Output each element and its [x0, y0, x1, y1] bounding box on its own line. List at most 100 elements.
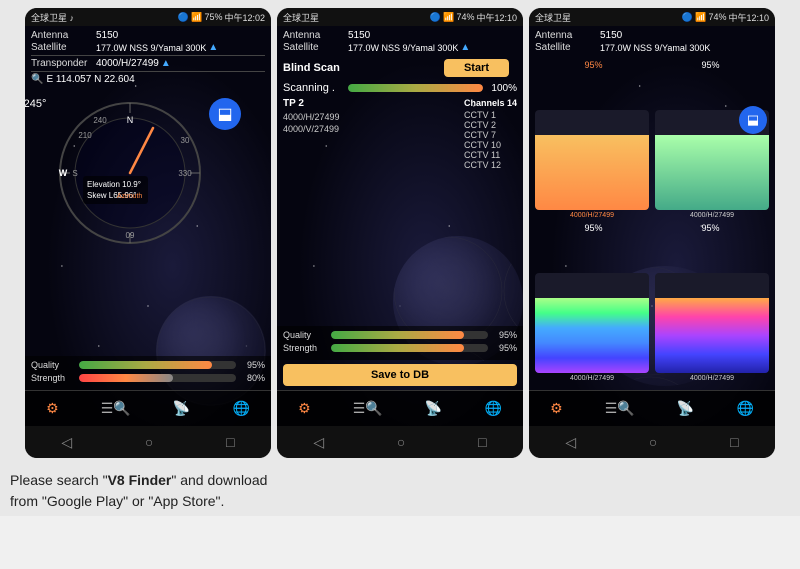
bar-visual-4 — [655, 273, 769, 373]
nav-bar-1: ◁ ○ □ — [25, 426, 271, 458]
channels-right: Channels 14 CCTV 1 CCTV 2 CCTV 7 CCTV 10… — [464, 98, 517, 170]
bluetooth-btn-1[interactable]: ⬓ — [209, 98, 241, 130]
back-icon-3[interactable]: ◁ — [565, 434, 576, 451]
status-bar-2: 全球卫星 🔵 📶 74% 中午12:10 — [277, 8, 523, 26]
status-right-1: 🔵 📶 75% 中午12:02 — [178, 11, 265, 24]
satellite-value-3: 177.0W NSS 9/Yamal 300K — [600, 43, 710, 53]
transponder-arrow-1: ▲ — [161, 58, 171, 69]
status-right-2: 🔵 📶 74% 中午12:10 — [430, 11, 517, 24]
antenna-value-2: 5150 — [348, 30, 370, 41]
pct-label-bl: 95% — [535, 223, 652, 233]
menu-icon-2[interactable]: ☰🔍 — [353, 400, 383, 417]
quality-bar-row-2: Quality 95% — [283, 330, 517, 340]
satellite-icon-2[interactable]: 📡 — [425, 400, 442, 417]
quality-fill-2 — [331, 331, 464, 339]
scanning-track — [348, 84, 483, 92]
strength-fill-2 — [331, 344, 464, 352]
globe-icon-2[interactable]: 🌐 — [484, 400, 501, 417]
tp-left: TP 2 4000/H/27499 4000/V/27499 — [283, 98, 340, 170]
quality-track-1 — [79, 361, 236, 369]
menu-icon-1[interactable]: ☰🔍 — [101, 400, 131, 417]
location-icon-1: 🔍 — [31, 74, 43, 85]
tool-bar-1: ⚙ ☰🔍 📡 🌐 — [25, 390, 271, 426]
svg-text:330: 330 — [178, 169, 192, 178]
status-left-3: 全球卫星 — [535, 11, 571, 24]
svg-text:N: N — [127, 115, 134, 125]
status-bar-1: 全球卫星 ♪ 🔵 📶 75% 中午12:02 — [25, 8, 271, 26]
transponder-label-1: Transponder — [31, 58, 96, 69]
back-icon-2[interactable]: ◁ — [313, 434, 324, 451]
blind-scan-row: Blind Scan Start — [277, 56, 523, 80]
home-icon-1[interactable]: ○ — [145, 434, 153, 450]
scanning-fill — [348, 84, 483, 92]
compass-area-1: 245° — [25, 88, 271, 258]
strength-label-1: Strength — [31, 373, 79, 383]
strength-pct-2: 95% — [492, 343, 517, 353]
strength-bar-row-1: Strength 80% — [31, 373, 265, 383]
bottom-line1: Please search " — [10, 472, 108, 488]
quality-pct-2: 95% — [492, 330, 517, 340]
phone-3: 全球卫星 🔵 📶 74% 中午12:10 Antenna 5150 Satell… — [529, 8, 775, 458]
tp-4000v: 4000/V/27499 — [283, 124, 340, 134]
svg-text:240: 240 — [93, 116, 107, 125]
svg-text:210: 210 — [78, 131, 92, 140]
tool-bar-3: ⚙ ☰🔍 📡 🌐 — [529, 390, 775, 426]
location-row-1: 🔍 E 114.057 N 22.604 — [31, 74, 265, 85]
status-right-3: 🔵 📶 74% 中午12:10 — [682, 11, 769, 24]
globe-icon-3[interactable]: 🌐 — [736, 400, 753, 417]
satellite-value-1: 177.0W NSS 9/Yamal 300K — [96, 43, 206, 53]
back-icon-1[interactable]: ◁ — [61, 434, 72, 451]
channel-cctv2: CCTV 2 — [464, 120, 517, 130]
phone-2: 全球卫星 🔵 📶 74% 中午12:10 Antenna 5150 Satell… — [277, 8, 523, 458]
globe-icon-1[interactable]: 🌐 — [232, 400, 249, 417]
quality-track-2 — [331, 331, 488, 339]
quality-pct-1: 95% — [240, 360, 265, 370]
bar-label-1-orange: 4000/H/27499 — [570, 212, 614, 219]
scanning-pct: 100% — [487, 83, 517, 94]
satellite-arrow-1: ▲ — [208, 42, 218, 53]
bar-label-4: 4000/H/27499 — [690, 375, 734, 382]
gear-icon-3[interactable]: ⚙ — [550, 400, 563, 417]
signal-bars-area: 95% 95% 4000/H/27499 — [529, 56, 775, 390]
bar-label-3: 4000/H/27499 — [570, 375, 614, 382]
phone-3-content: Antenna 5150 Satellite 177.0W NSS 9/Yama… — [529, 26, 775, 426]
satellite-icon-1[interactable]: 📡 — [173, 400, 190, 417]
strength-label-2: Strength — [283, 343, 331, 353]
gear-icon-2[interactable]: ⚙ — [298, 400, 311, 417]
antenna-label-3: Antenna — [535, 30, 600, 41]
tp-channels-area: TP 2 4000/H/27499 4000/V/27499 Channels … — [277, 96, 523, 172]
svg-text:30: 30 — [181, 136, 190, 145]
satellite-label-3: Satellite — [535, 42, 600, 53]
bars-row: 4000/H/27499 4000/H/27499 — [535, 72, 769, 219]
home-icon-2[interactable]: ○ — [397, 434, 405, 450]
antenna-row-3: Antenna 5150 — [535, 30, 769, 41]
square-icon-1[interactable]: □ — [226, 434, 234, 450]
save-db-button[interactable]: Save to DB — [283, 364, 517, 386]
bottom-bars-1: Quality 95% Strength 80% — [25, 356, 271, 390]
antenna-value-3: 5150 — [600, 30, 622, 41]
svg-text:W: W — [59, 168, 68, 178]
quality-label-2: Quality — [283, 330, 331, 340]
menu-icon-3[interactable]: ☰🔍 — [605, 400, 635, 417]
compass-1: N 330 S 09 30 210 240 W Elevation 10.9° — [55, 98, 205, 248]
bottom-pct-row: 95% 95% — [535, 223, 769, 233]
bar-fill-blue — [655, 298, 769, 373]
antenna-row-1: Antenna 5150 — [31, 30, 265, 41]
home-icon-3[interactable]: ○ — [649, 434, 657, 450]
bar-fill-orange — [535, 135, 649, 210]
square-icon-2[interactable]: □ — [478, 434, 486, 450]
channel-cctv10: CCTV 10 — [464, 140, 517, 150]
info-panel-2: Antenna 5150 Satellite 177.0W NSS 9/Yama… — [277, 26, 523, 56]
channels-count: Channels 14 — [464, 98, 517, 108]
bluetooth-btn-3[interactable]: ⬓ — [739, 106, 767, 134]
bar-item-4: 4000/H/27499 — [655, 273, 769, 382]
svg-text:09: 09 — [126, 231, 135, 240]
status-bar-3: 全球卫星 🔵 📶 74% 中午12:10 — [529, 8, 775, 26]
square-icon-3[interactable]: □ — [730, 434, 738, 450]
bar-label-2: 4000/H/27499 — [690, 212, 734, 219]
gear-icon-1[interactable]: ⚙ — [46, 400, 59, 417]
bottom-line1-end: " and download — [171, 472, 267, 488]
pct-label-br: 95% — [652, 223, 769, 233]
satellite-icon-3[interactable]: 📡 — [677, 400, 694, 417]
start-button[interactable]: Start — [444, 59, 509, 77]
